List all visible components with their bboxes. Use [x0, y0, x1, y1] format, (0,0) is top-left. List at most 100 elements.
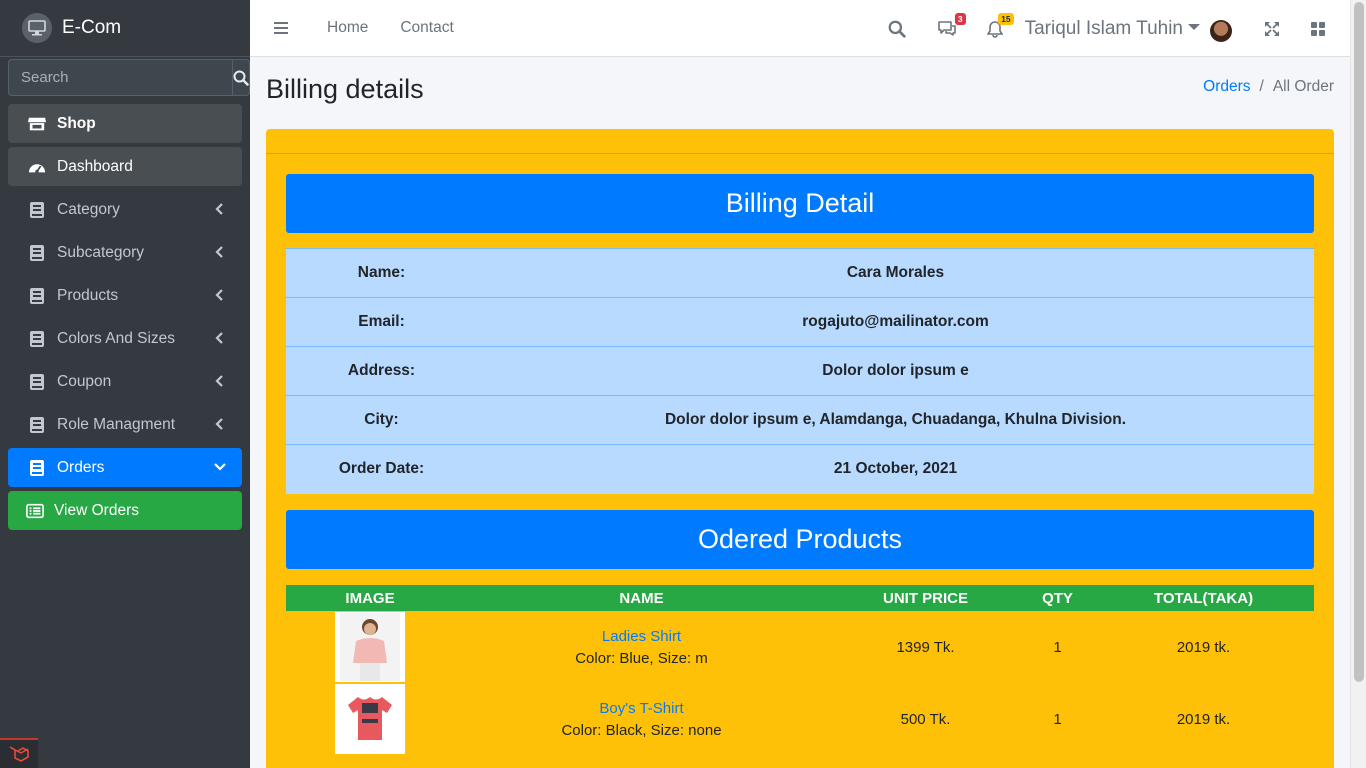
- avatar: [1210, 19, 1232, 42]
- product-link[interactable]: Boy's T-Shirt: [454, 700, 829, 717]
- sidebar-item-label: Coupon: [57, 372, 112, 390]
- product-variant: Color: Blue, Size: m: [575, 649, 708, 667]
- quantity: 1: [1053, 710, 1062, 728]
- hamburger-menu-icon[interactable]: [274, 22, 288, 34]
- sidebar-item-category[interactable]: Category: [8, 190, 242, 229]
- billing-label: Order Date:: [286, 444, 477, 494]
- book-icon: [28, 373, 46, 391]
- control-sidebar-button[interactable]: [1308, 19, 1328, 39]
- billing-value: Cara Morales: [477, 248, 1314, 298]
- product-image: [335, 612, 405, 682]
- caret-down-icon: [1188, 23, 1200, 30]
- book-icon: [28, 330, 46, 348]
- billing-value: Dolor dolor ipsum e: [477, 346, 1314, 396]
- sidebar: E-Com Shop Dashboard Category Subcategor…: [0, 0, 250, 768]
- ordered-products-table: IMAGE NAME UNIT PRICE QTY TOTAL(TAKA) La…: [286, 585, 1314, 755]
- sidebar-item-colors-and-sizes[interactable]: Colors And Sizes: [8, 319, 242, 358]
- sidebar-item-shop[interactable]: Shop: [8, 104, 242, 143]
- sidebar-item-label: Orders: [57, 458, 105, 476]
- table-row: Name: Cara Morales: [286, 248, 1314, 298]
- billing-card: Billing Detail Name: Cara Morales Email:…: [266, 129, 1334, 768]
- messages-button[interactable]: 3: [937, 12, 966, 39]
- breadcrumb: Orders / All Order: [1203, 78, 1334, 96]
- nav-link-contact[interactable]: Contact: [400, 19, 453, 37]
- product-image-cell: [286, 611, 454, 683]
- notifications-count-badge: 15: [998, 12, 1014, 25]
- book-icon: [28, 201, 46, 219]
- billing-detail-table: Name: Cara Morales Email: rogajuto@maili…: [286, 248, 1314, 494]
- column-header: NAME: [454, 585, 829, 611]
- th-large-icon: [1311, 21, 1325, 36]
- scrollbar-thumb[interactable]: [1354, 2, 1364, 682]
- navbar-search-button[interactable]: [887, 19, 907, 39]
- expand-arrows-icon: [1265, 21, 1279, 36]
- billing-value: rogajuto@mailinator.com: [477, 297, 1314, 347]
- navbar-right: 3 15 Tariqul Islam Tuhin: [887, 0, 1350, 57]
- sidebar-item-dashboard[interactable]: Dashboard: [8, 147, 242, 186]
- sidebar-item-subcategory[interactable]: Subcategory: [8, 233, 242, 272]
- table-row: Address: Dolor dolor ipsum e: [286, 346, 1314, 396]
- top-navbar: Home Contact 3 15 Tariqul Islam Tuhin: [250, 0, 1350, 57]
- sidebar-item-label: Subcategory: [57, 243, 145, 261]
- sidebar-item-role-managment[interactable]: Role Managment: [8, 405, 242, 444]
- card-header: [266, 129, 1334, 154]
- unit-price: 1399 Tk.: [896, 638, 955, 656]
- content-wrapper: Billing details Orders / All Order Billi…: [250, 57, 1350, 768]
- sidebar-item-label: View Orders: [54, 501, 139, 519]
- table-row: Order Date: 21 October, 2021: [286, 444, 1314, 494]
- search-icon: [233, 70, 249, 86]
- sidebar-item-coupon[interactable]: Coupon: [8, 362, 242, 401]
- table-row: City: Dolor dolor ipsum e, Alamdanga, Ch…: [286, 395, 1314, 445]
- sidebar-item-label: Dashboard: [57, 157, 133, 175]
- sidebar-search-input[interactable]: [8, 59, 232, 96]
- tachometer-icon: [28, 158, 46, 176]
- user-name: Tariqul Islam Tuhin: [1024, 17, 1183, 39]
- messages-count-badge: 3: [954, 12, 966, 25]
- sidebar-nav: Shop Dashboard Category Subcategory Prod…: [0, 104, 250, 530]
- brand-logo-icon: [22, 13, 52, 43]
- column-header: TOTAL(TAKA): [1093, 585, 1314, 611]
- page-scrollbar[interactable]: [1350, 0, 1366, 768]
- product-image: [335, 684, 405, 754]
- sidebar-item-label: Shop: [57, 114, 96, 132]
- product-link[interactable]: Ladies Shirt: [454, 628, 829, 645]
- list-icon: [26, 502, 44, 520]
- billing-label: City:: [286, 395, 477, 445]
- product-name-cell: Ladies Shirt Color: Blue, Size: m: [454, 611, 829, 683]
- sidebar-item-products[interactable]: Products: [8, 276, 242, 315]
- user-menu-dropdown[interactable]: Tariqul Islam Tuhin: [1025, 16, 1232, 42]
- chevron-down-icon: [214, 463, 226, 471]
- store-icon: [28, 115, 46, 133]
- billing-label: Address:: [286, 346, 477, 396]
- row-total: 2019 tk.: [1176, 638, 1231, 656]
- billing-label: Name:: [286, 248, 477, 298]
- nav-link-home[interactable]: Home: [327, 19, 368, 37]
- brand-link[interactable]: E-Com: [0, 0, 250, 57]
- chevron-left-icon: [215, 418, 223, 430]
- brand-name: E-Com: [62, 17, 122, 38]
- table-row: Boy's T-Shirt Color: Black, Size: none 5…: [286, 683, 1314, 755]
- chevron-left-icon: [215, 289, 223, 301]
- sidebar-item-view-orders[interactable]: View Orders: [8, 491, 242, 530]
- comments-icon: [937, 21, 956, 36]
- quantity: 1: [1053, 638, 1062, 656]
- book-icon: [28, 416, 46, 434]
- laravel-logo-icon: [0, 738, 38, 768]
- book-icon: [28, 244, 46, 262]
- billing-value: 21 October, 2021: [477, 444, 1314, 494]
- chevron-left-icon: [215, 375, 223, 387]
- sidebar-search-button[interactable]: [232, 59, 250, 96]
- sidebar-item-orders[interactable]: Orders: [8, 448, 242, 487]
- book-icon: [28, 287, 46, 305]
- notifications-button[interactable]: 15: [985, 12, 1014, 39]
- fullscreen-button[interactable]: [1262, 19, 1282, 39]
- book-icon: [28, 459, 46, 477]
- breadcrumb-link-orders[interactable]: Orders: [1203, 78, 1250, 96]
- ordered-products-heading: Odered Products: [286, 510, 1314, 569]
- sidebar-search: [8, 59, 250, 96]
- billing-value: Dolor dolor ipsum e, Alamdanga, Chuadang…: [477, 395, 1314, 445]
- sidebar-item-label: Category: [57, 200, 120, 218]
- column-header: IMAGE: [286, 585, 454, 611]
- sidebar-item-label: Products: [57, 286, 119, 304]
- billing-label: Email:: [286, 297, 477, 347]
